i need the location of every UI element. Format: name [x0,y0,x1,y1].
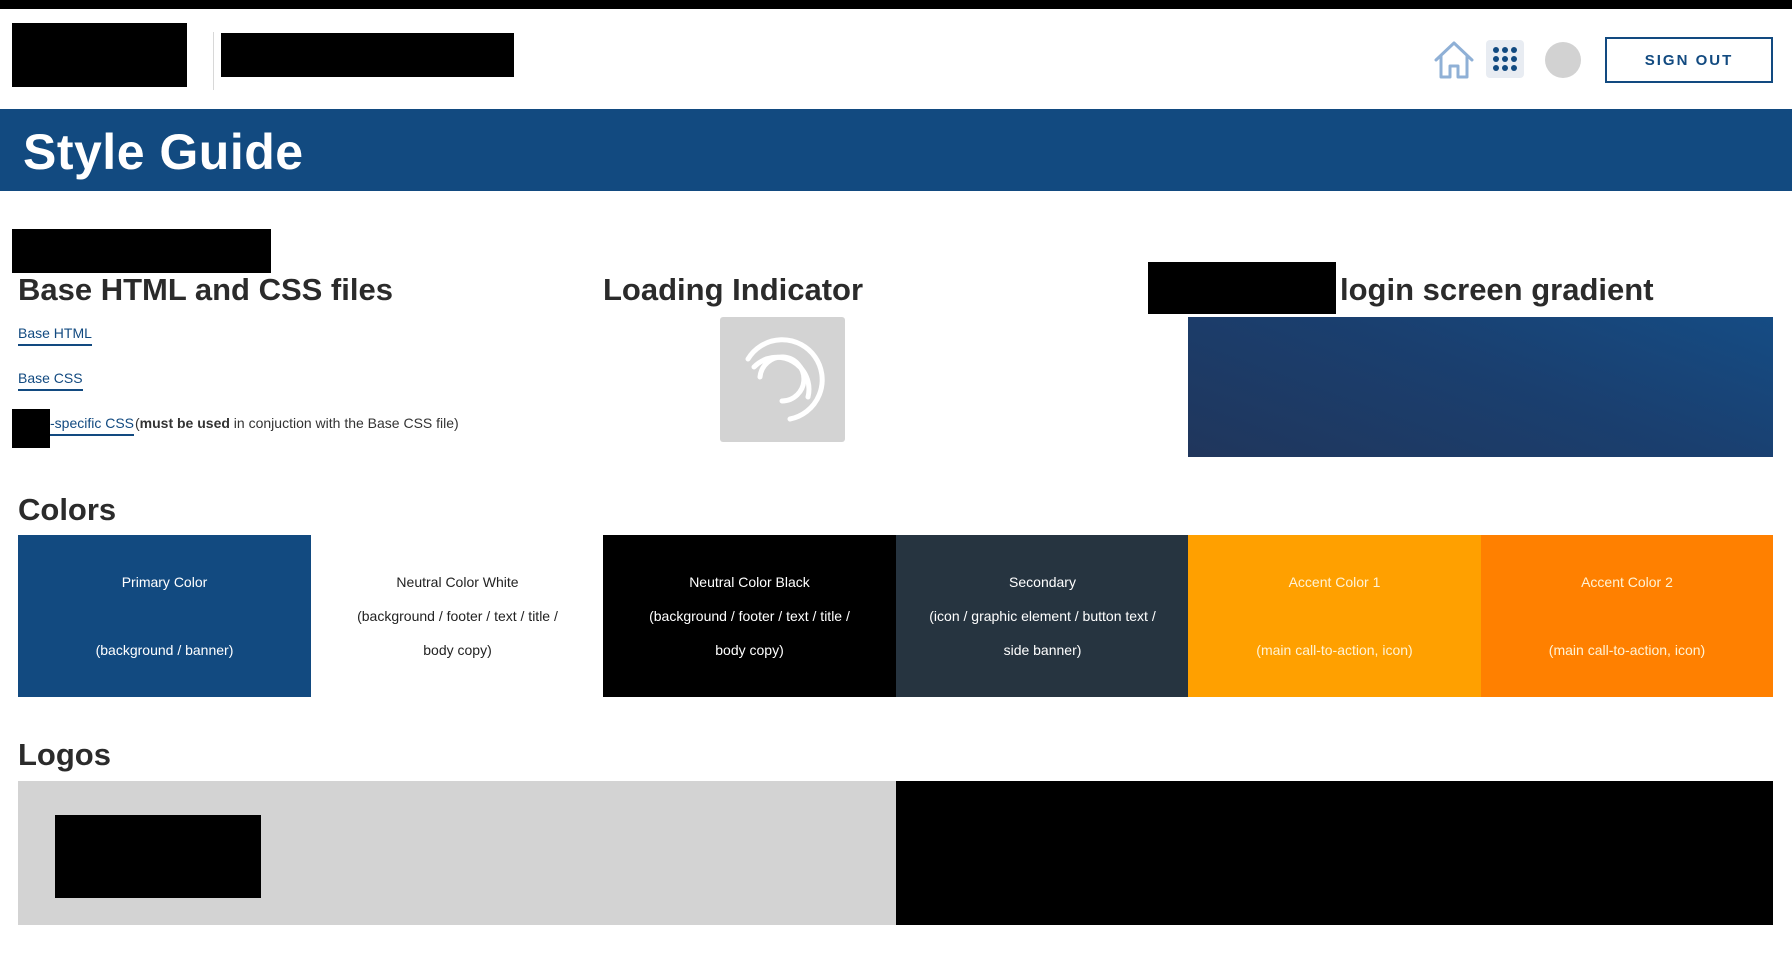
loading-indicator [720,317,845,442]
base-html-link[interactable]: Base HTML [18,325,92,346]
swatch-desc: (background / footer / text / title / [649,608,850,624]
swatch-neutral-white: Neutral Color White (background / footer… [311,535,604,697]
note-emphasis: must be used [139,415,230,431]
swatch-neutral-black: Neutral Color Black (background / footer… [603,535,896,697]
sign-out-button[interactable]: SIGN OUT [1605,37,1773,83]
page-banner: Style Guide [0,109,1792,191]
section-label-redacted [12,229,271,273]
specific-css-link[interactable]: -specific CSS [50,415,135,436]
swatch-name: Primary Color [121,574,208,590]
brand-name-redacted [1148,262,1336,314]
note-rest: in conjuction with the Base CSS file) [229,415,459,431]
app-header: SIGN OUT [0,9,1792,109]
specific-css-note: (must be used in conjuction with the Bas… [135,415,459,431]
logo-redacted [55,815,261,898]
swatch-accent-2: Accent Color 2 (main call-to-action, ico… [1481,535,1773,697]
swatch-desc: side banner) [1003,642,1082,658]
swatch-desc: (icon / graphic element / button text / [929,608,1156,624]
logo-light-background [18,781,896,925]
colors-heading: Colors [18,492,117,527]
page-title: Style Guide [23,124,304,180]
swatch-desc: (background / footer / text / title / [357,608,558,624]
gradient-heading: login screen gradient [1340,272,1654,307]
swatch-primary: Primary Color (background / banner) [18,535,311,697]
swatch-name: Accent Color 1 [1288,574,1381,590]
swatch-name: Neutral Color White [396,574,519,590]
brand-name-redacted [12,409,50,448]
top-strip [0,0,1792,9]
swatch-desc: (main call-to-action, icon) [1548,642,1706,658]
brand-logo-redacted [12,23,187,87]
avatar[interactable] [1545,42,1581,78]
app-name-redacted [221,33,514,77]
swatch-name: Neutral Color Black [689,574,810,590]
loading-heading: Loading Indicator [603,272,864,307]
base-css-link[interactable]: Base CSS [18,370,83,391]
home-icon[interactable] [1432,39,1476,81]
swatch-secondary: Secondary (icon / graphic element / butt… [896,535,1189,697]
spinner-icon [745,337,825,422]
swatch-desc: body copy) [423,642,492,658]
swatch-name: Secondary [1009,574,1076,590]
swatch-desc: (main call-to-action, icon) [1256,642,1413,658]
files-heading: Base HTML and CSS files [18,272,393,307]
swatch-accent-1: Accent Color 1 (main call-to-action, ico… [1188,535,1481,697]
swatch-desc: (background / banner) [95,642,234,658]
logos-heading: Logos [18,737,111,772]
swatch-desc: body copy) [715,642,784,658]
header-divider [213,32,214,90]
login-gradient-sample [1188,317,1773,457]
swatch-name: Accent Color 2 [1581,574,1673,590]
apps-grid-icon[interactable] [1486,40,1524,78]
logo-dark-background [896,781,1773,925]
